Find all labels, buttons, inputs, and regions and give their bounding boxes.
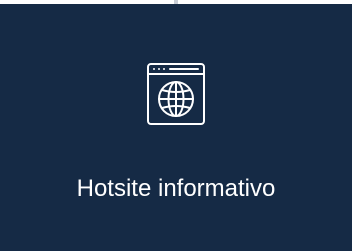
feature-card[interactable]: Hotsite informativo (0, 4, 352, 251)
browser-globe-icon (140, 58, 212, 130)
card-title: Hotsite informativo (76, 175, 276, 202)
